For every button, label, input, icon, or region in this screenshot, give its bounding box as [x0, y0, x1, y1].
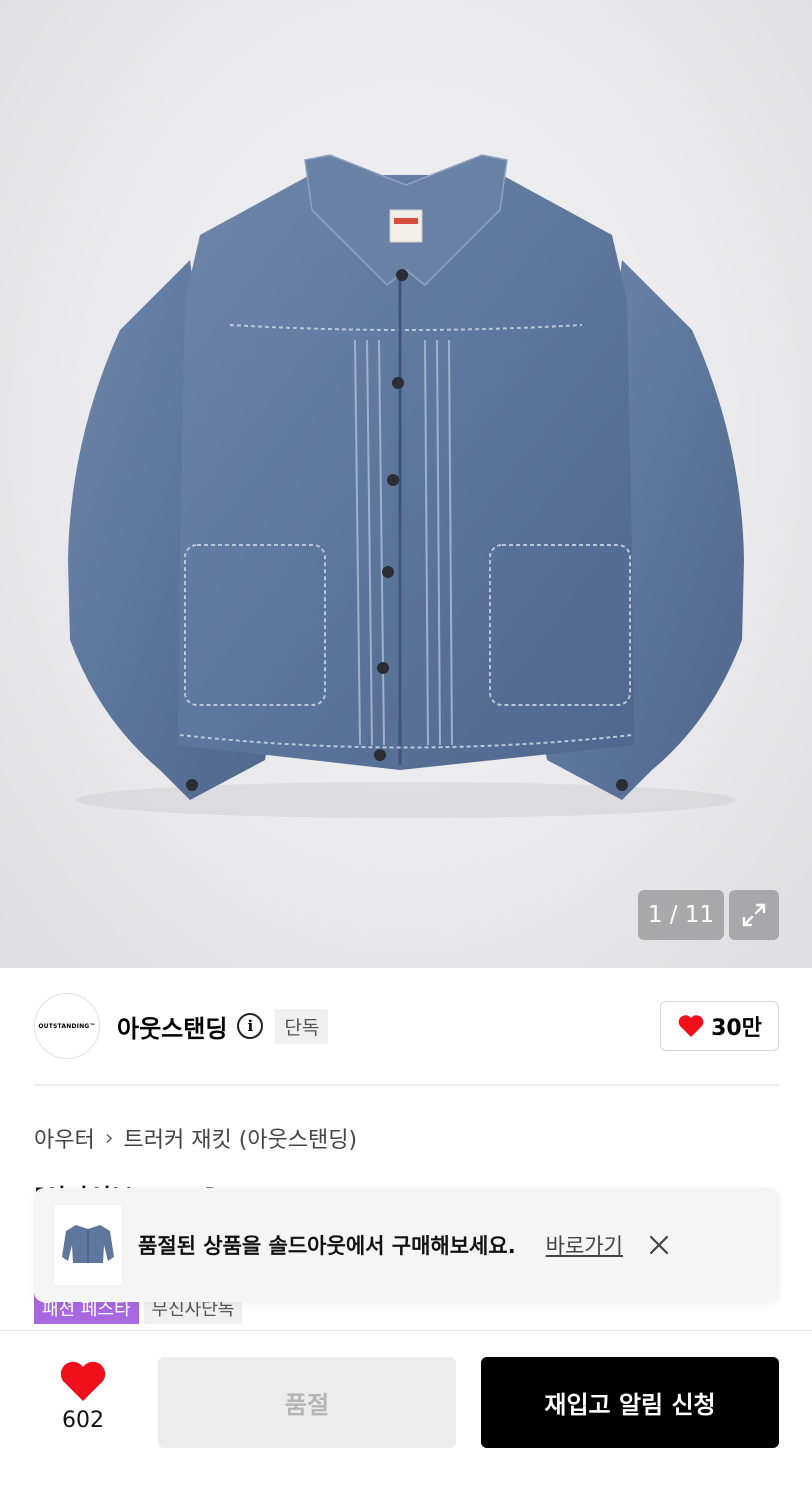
- brand-logo[interactable]: OUTSTANDING™: [34, 993, 100, 1059]
- chevron-right-icon: ›: [104, 1125, 114, 1151]
- brand-logo-text: OUTSTANDING™: [38, 1022, 96, 1030]
- breadcrumb: 아우터 › 트러커 재킷 (아웃스탠딩): [34, 1122, 357, 1154]
- brand-name[interactable]: 아웃스탠딩: [117, 1009, 227, 1044]
- restock-alert-button[interactable]: 재입고 알림 신청: [481, 1357, 779, 1448]
- exclusive-badge: 단독: [275, 1008, 329, 1044]
- brand-like-count: 30만: [711, 1016, 762, 1041]
- soldout-toast: 품절된 상품을 솔드아웃에서 구매해보세요. 바로가기: [34, 1188, 779, 1302]
- like-count: 602: [62, 1408, 104, 1433]
- brand-like-button[interactable]: 30만: [660, 1001, 779, 1051]
- bottom-bar-divider: [0, 1330, 812, 1331]
- product-image[interactable]: [0, 0, 812, 968]
- expand-icon[interactable]: [729, 890, 779, 940]
- brand-row: OUTSTANDING™ 아웃스탠딩 i 단독 30만: [34, 993, 779, 1059]
- toast-shortcut-link[interactable]: 바로가기: [546, 1230, 623, 1260]
- breadcrumb-subcategory[interactable]: 트러커 재킷 (아웃스탠딩): [124, 1122, 358, 1154]
- like-heart-icon[interactable]: [58, 1360, 108, 1402]
- info-icon[interactable]: i: [237, 1013, 264, 1039]
- breadcrumb-category[interactable]: 아우터: [34, 1122, 95, 1154]
- image-counter: 1 / 11: [638, 890, 724, 940]
- heart-icon: [678, 1015, 704, 1037]
- soldout-button[interactable]: 품절: [158, 1357, 456, 1448]
- toast-thumbnail: [54, 1205, 122, 1285]
- toast-message: 품절된 상품을 솔드아웃에서 구매해보세요.: [138, 1234, 516, 1258]
- product-gallery[interactable]: 1 / 11: [0, 0, 812, 968]
- close-icon[interactable]: [647, 1233, 671, 1257]
- divider: [34, 1084, 779, 1086]
